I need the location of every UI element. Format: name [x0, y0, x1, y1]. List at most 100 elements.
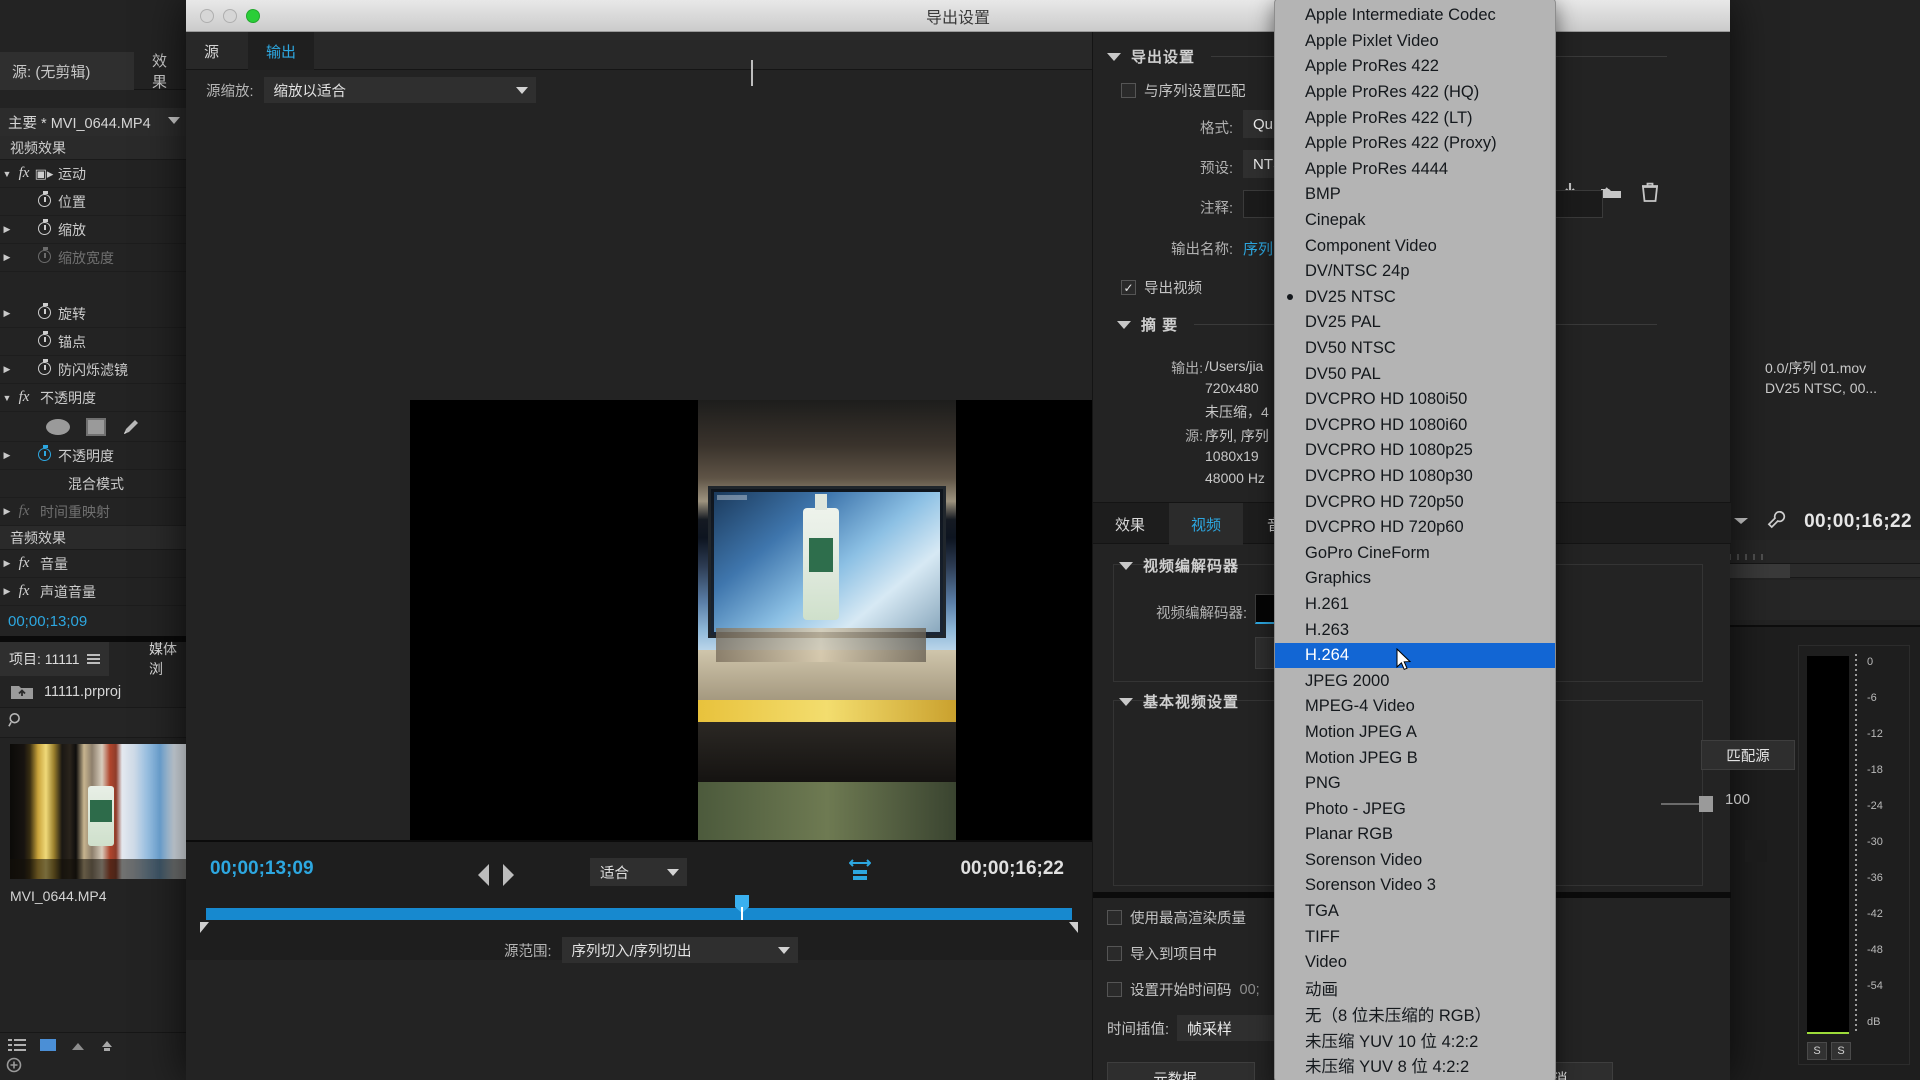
codec-menu-item[interactable]: Planar RGB: [1275, 822, 1555, 848]
stopwatch-icon[interactable]: [34, 302, 54, 322]
codec-menu-item[interactable]: Graphics: [1275, 566, 1555, 592]
set-start-timecode-value[interactable]: 00;: [1240, 982, 1260, 998]
import-to-project-checkbox[interactable]: [1107, 946, 1122, 961]
match-sequence-settings-row[interactable]: 与序列设置匹配: [1121, 80, 1246, 101]
icon-view-icon[interactable]: [40, 1038, 56, 1057]
list-view-icon[interactable]: [8, 1038, 26, 1057]
tab-source[interactable]: 源: (无剪辑): [0, 52, 134, 90]
source-range-dropdown[interactable]: 序列切入/序列切出: [561, 937, 798, 963]
preview-current-timecode[interactable]: 00;00;13;09: [210, 858, 314, 880]
solo-button-right[interactable]: S: [1831, 1042, 1851, 1060]
codec-menu-item[interactable]: H.264: [1275, 642, 1555, 669]
disclosure-triangle-open-icon[interactable]: [1117, 320, 1131, 329]
ellipse-mask-icon[interactable]: [46, 418, 70, 435]
project-breadcrumb[interactable]: 11111.prproj: [0, 676, 190, 708]
tab-media-browser[interactable]: 媒体浏: [140, 641, 190, 677]
effect-row-channel-volume[interactable]: ▶ fx 声道音量: [0, 578, 190, 606]
import-to-project-row[interactable]: 导入到项目中: [1107, 943, 1217, 964]
zoom-fit-dropdown[interactable]: 适合: [590, 858, 687, 886]
disclosure-triangle-open-icon[interactable]: [1119, 561, 1133, 570]
effects-panel-timecode[interactable]: 00;00;13;09: [0, 608, 190, 634]
disclosure-triangle-open-icon[interactable]: ▼: [0, 393, 14, 403]
disclosure-triangle-open-icon[interactable]: [1119, 697, 1133, 706]
stopwatch-icon[interactable]: [34, 246, 54, 266]
codec-menu-item[interactable]: Motion JPEG B: [1275, 745, 1555, 771]
effect-row-anchor-point[interactable]: 锚点: [0, 328, 190, 356]
disclosure-triangle-icon[interactable]: ▶: [0, 364, 14, 375]
in-point-handle[interactable]: [200, 922, 209, 933]
codec-menu-item[interactable]: Motion JPEG A: [1275, 720, 1555, 746]
mark-out-icon[interactable]: [503, 864, 514, 886]
disclosure-triangle-icon[interactable]: ▶: [0, 450, 14, 461]
codec-menu-item[interactable]: Apple ProRes 422 (Proxy): [1275, 131, 1555, 157]
effect-row-volume[interactable]: ▶ fx 音量: [0, 550, 190, 578]
codec-menu-item[interactable]: PNG: [1275, 771, 1555, 797]
disclosure-triangle-open-icon[interactable]: [1107, 52, 1121, 61]
playhead-icon[interactable]: [734, 894, 750, 920]
sort-icon[interactable]: [100, 1039, 114, 1057]
codec-menu-item[interactable]: TIFF: [1275, 924, 1555, 950]
effect-row-motion[interactable]: ▼ fx ▣▸ 运动: [0, 160, 190, 188]
tab-effect-controls[interactable]: 效果: [140, 52, 190, 91]
minimize-window-button[interactable]: [223, 9, 237, 23]
aspect-lock-icon[interactable]: [1745, 840, 1767, 862]
effect-row-blend-mode[interactable]: 混合模式: [0, 470, 190, 498]
wrench-icon[interactable]: [1767, 510, 1786, 534]
disclosure-triangle-icon[interactable]: ▶: [0, 252, 14, 263]
max-render-quality-row[interactable]: 使用最高渲染质量: [1107, 907, 1246, 928]
export-video-checkbox[interactable]: ✓: [1121, 280, 1136, 295]
solo-button-left[interactable]: S: [1807, 1042, 1827, 1060]
codec-menu-item[interactable]: Apple Intermediate Codec: [1275, 3, 1555, 29]
stopwatch-icon[interactable]: [34, 444, 54, 464]
max-render-quality-checkbox[interactable]: [1107, 910, 1122, 925]
stopwatch-icon[interactable]: [34, 358, 54, 378]
codec-menu-item[interactable]: 未压缩 YUV 8 位 4:2:2: [1275, 1052, 1555, 1078]
quality-slider-track[interactable]: [1661, 803, 1701, 805]
codec-menu-item[interactable]: DV25 PAL: [1275, 310, 1555, 336]
effect-row-scale-width[interactable]: ▶ 缩放宽度: [0, 244, 190, 272]
preview-duration-timecode[interactable]: 00;00;16;22: [960, 858, 1064, 880]
codec-menu-item[interactable]: DVCPRO HD 1080i50: [1275, 387, 1555, 413]
disclosure-triangle-icon[interactable]: ▶: [0, 586, 14, 597]
project-clip-thumbnail[interactable]: [10, 744, 188, 879]
tab-preview-source[interactable]: 源: [186, 32, 237, 70]
codec-menu-item[interactable]: DV25 NTSC: [1275, 285, 1555, 311]
quality-value[interactable]: 100: [1725, 791, 1750, 808]
disclosure-triangle-icon[interactable]: ▶: [0, 558, 14, 569]
close-window-button[interactable]: [200, 9, 214, 23]
scrubber-track[interactable]: [206, 908, 1072, 920]
codec-menu-item[interactable]: Apple ProRes 422 (LT): [1275, 105, 1555, 131]
codec-dropdown-menu[interactable]: Apple Intermediate Codec Apple Pixlet Vid…: [1274, 0, 1556, 1080]
codec-menu-item[interactable]: DVCPRO HD 1080p30: [1275, 464, 1555, 490]
match-source-button[interactable]: 匹配源: [1701, 740, 1795, 770]
effect-row-position[interactable]: 位置: [0, 188, 190, 216]
effect-row-scale[interactable]: ▶ 缩放: [0, 216, 190, 244]
codec-menu-item[interactable]: JPEG 2000: [1275, 668, 1555, 694]
mark-in-icon[interactable]: [478, 864, 489, 886]
timeline-timecode[interactable]: 00;00;16;22: [1804, 511, 1912, 533]
new-item-icon[interactable]: [6, 1057, 22, 1078]
codec-menu-item[interactable]: Photo - JPEG: [1275, 796, 1555, 822]
codec-menu-item[interactable]: Apple ProRes 4444: [1275, 157, 1555, 183]
export-video-row[interactable]: ✓ 导出视频: [1121, 277, 1202, 298]
project-search-bar[interactable]: [0, 708, 190, 738]
stopwatch-icon[interactable]: [34, 218, 54, 238]
codec-menu-item[interactable]: DVCPRO HD 720p60: [1275, 515, 1555, 541]
codec-menu-item[interactable]: Cinepak: [1275, 208, 1555, 234]
tab-preview-output[interactable]: 输出: [248, 32, 315, 70]
codec-menu-item[interactable]: 无（8 位未压缩的 RGB）: [1275, 1001, 1555, 1027]
metadata-button[interactable]: 元数据...: [1107, 1062, 1255, 1080]
codec-menu-item[interactable]: 未压缩 YUV 10 位 4:2:2: [1275, 1027, 1555, 1053]
set-start-timecode-checkbox[interactable]: [1107, 982, 1122, 997]
maximize-window-button[interactable]: [246, 9, 260, 23]
codec-menu-item[interactable]: Apple ProRes 422: [1275, 54, 1555, 80]
disclosure-triangle-open-icon[interactable]: ▼: [0, 169, 14, 179]
tab-video[interactable]: 视频: [1169, 503, 1244, 545]
codec-menu-item[interactable]: TGA: [1275, 899, 1555, 925]
codec-menu-item[interactable]: Sorenson Video 3: [1275, 873, 1555, 899]
effect-row-opacity-value[interactable]: ▶ 不透明度: [0, 442, 190, 470]
codec-menu-item[interactable]: 动画: [1275, 976, 1555, 1002]
tab-effects[interactable]: 效果: [1093, 503, 1167, 545]
codec-menu-item[interactable]: DVCPRO HD 1080i60: [1275, 413, 1555, 439]
source-scaling-dropdown[interactable]: 缩放以适合: [263, 77, 536, 103]
